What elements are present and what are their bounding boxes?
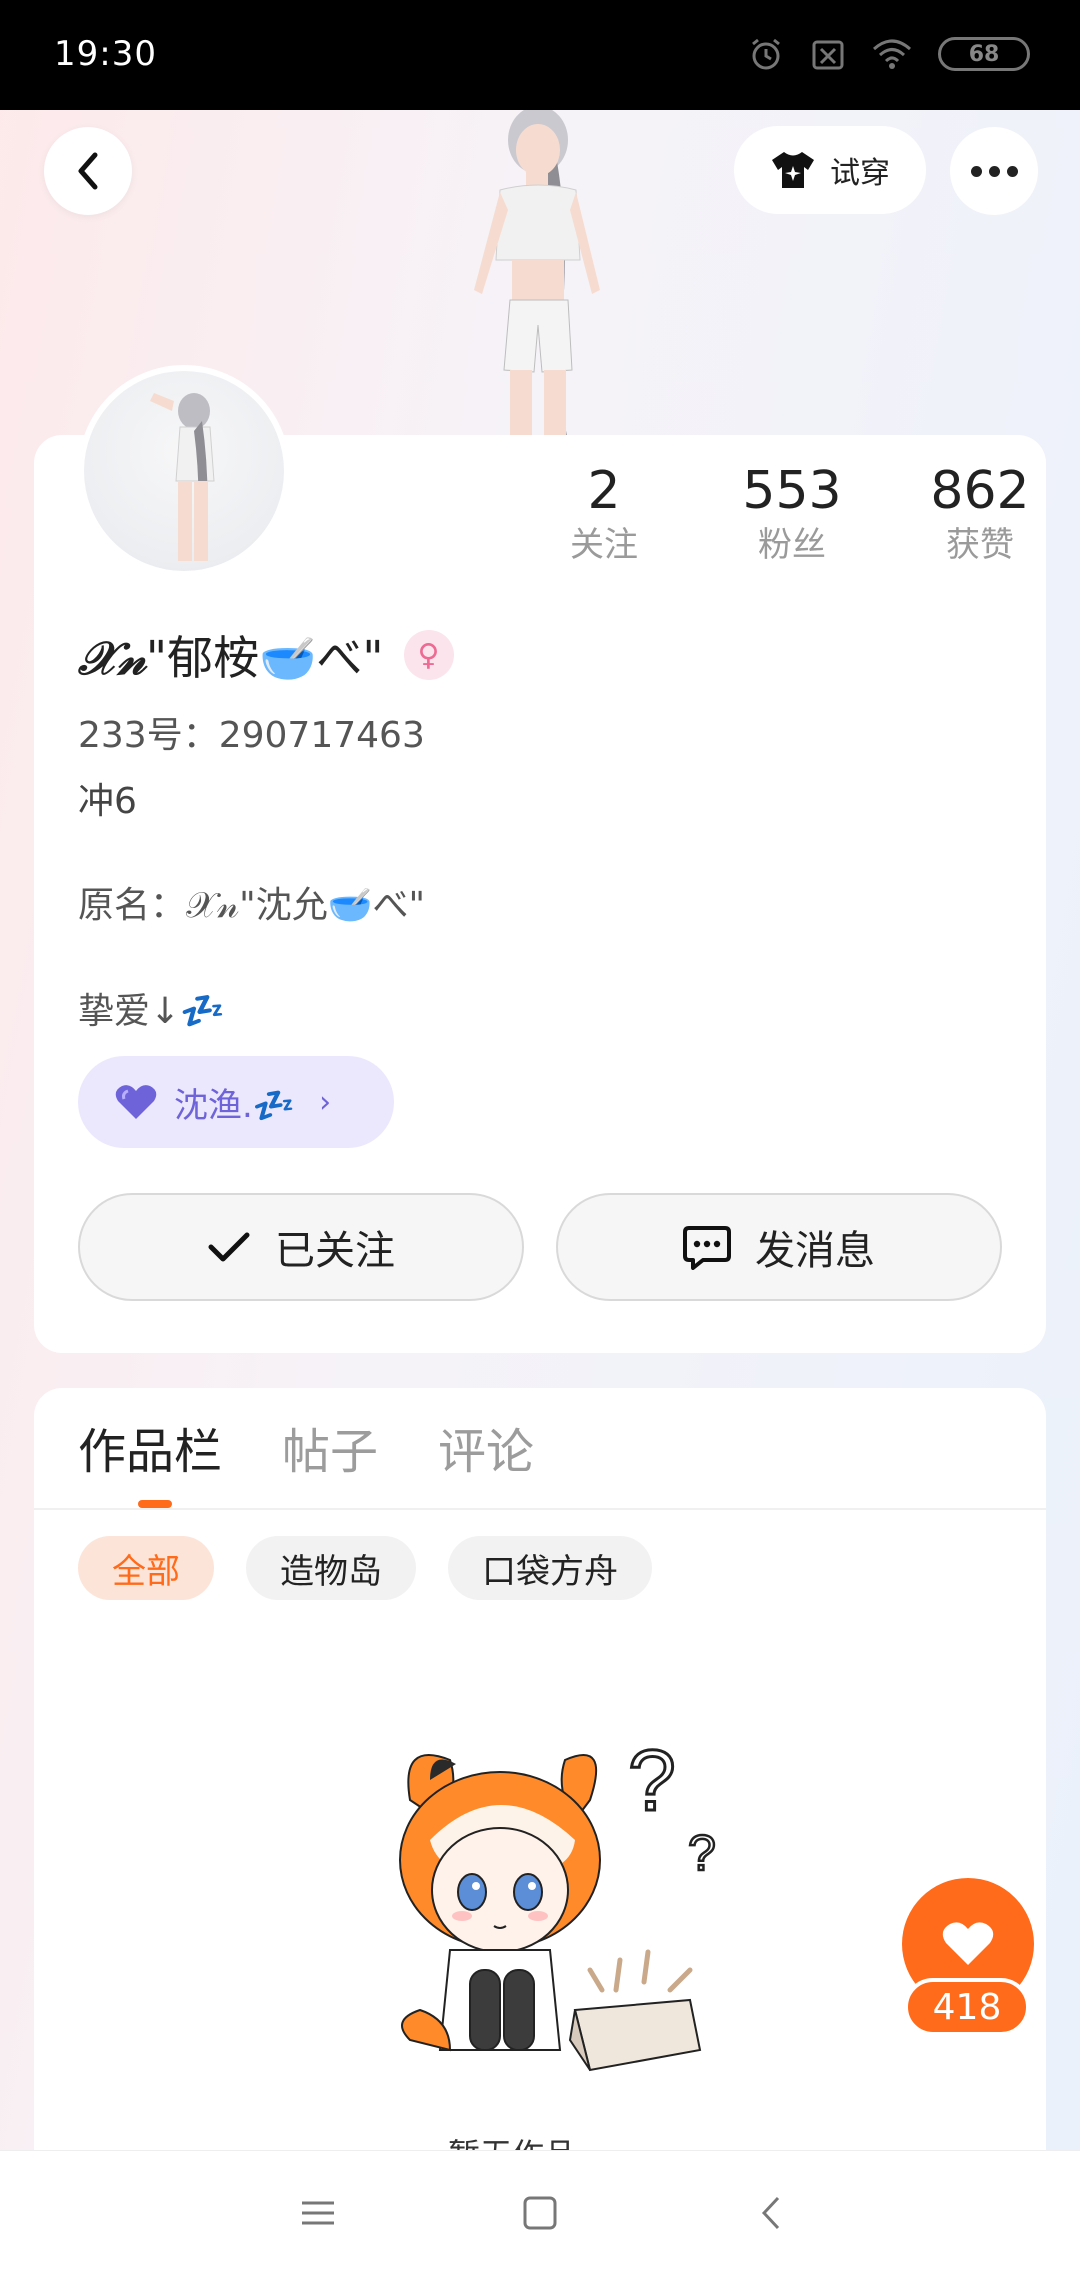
- status-bar: 19:30 68: [0, 0, 1080, 110]
- try-on-button[interactable]: 试穿: [734, 126, 926, 214]
- heart-icon: [942, 1922, 994, 1965]
- status-icons: 68: [748, 36, 1030, 72]
- try-on-label: 试穿: [830, 156, 890, 191]
- follow-button[interactable]: 已关注: [78, 1193, 524, 1301]
- svg-text:?: ?: [628, 1733, 676, 1829]
- more-dots-icon: [970, 165, 982, 177]
- status-time: 19:30: [54, 34, 157, 74]
- works-tabs: 作品栏 帖子 评论: [78, 1412, 534, 1482]
- filter-all[interactable]: 全部: [78, 1536, 214, 1600]
- check-icon: [208, 1232, 250, 1262]
- nickname-main: "郁桉🥣べ": [145, 631, 384, 685]
- system-nav-bar: [0, 2150, 1080, 2280]
- filter-chips: 全部 造物岛 口袋方舟: [78, 1536, 652, 1600]
- follow-label: 已关注: [275, 1228, 395, 1274]
- tab-comments[interactable]: 评论: [438, 1412, 534, 1482]
- profile-screen: 19:30 68 试穿 2 关注 553 粉丝 862 获赞 𝒳𝓃"郁桉🥣べ" …: [0, 0, 1080, 2280]
- tab-posts[interactable]: 帖子: [282, 1412, 378, 1482]
- like-count: 418: [904, 1978, 1030, 2036]
- chat-bubble-icon: [683, 1226, 731, 1270]
- empty-state-illustration: ? ?: [399, 1732, 717, 2072]
- tab-indicator: [138, 1500, 172, 1508]
- svg-text:?: ?: [688, 1825, 716, 1881]
- stat-likes[interactable]: 862 获赞: [886, 460, 1074, 568]
- profile-stats: 2 关注 553 粉丝 862 获赞: [510, 460, 1074, 568]
- chevron-right-icon: ›: [319, 1084, 332, 1120]
- wifi-icon: [873, 39, 911, 69]
- original-name: 原名：𝒳𝓃"沈允🥣べ": [78, 885, 426, 926]
- relation-name: 沈渔.💤: [174, 1085, 296, 1126]
- battery-icon: 68: [938, 37, 1030, 71]
- avatar-figure: [150, 393, 215, 561]
- relation-chip[interactable]: 沈渔.💤 ›: [78, 1056, 394, 1148]
- stat-label: 粉丝: [758, 525, 826, 565]
- nickname: 𝒳𝓃"郁桉🥣べ" ♀: [78, 622, 454, 688]
- chevron-left-icon: [78, 152, 98, 190]
- tab-works[interactable]: 作品栏: [78, 1412, 222, 1482]
- heart-icon: [115, 1085, 157, 1119]
- alarm-icon: [752, 38, 780, 70]
- divider: [34, 1508, 1046, 1510]
- back-button[interactable]: [44, 127, 132, 215]
- message-button[interactable]: 发消息: [556, 1193, 1002, 1301]
- message-label: 发消息: [755, 1228, 875, 1274]
- tshirt-icon: [772, 152, 814, 188]
- nickname-prefix: 𝒳𝓃: [78, 631, 146, 685]
- menu-icon[interactable]: [298, 2193, 338, 2233]
- female-icon: ♀: [403, 630, 454, 680]
- stat-followers[interactable]: 553 粉丝: [698, 460, 886, 568]
- stat-value: 862: [930, 461, 1030, 521]
- love-label: 挚爱↓💤: [78, 991, 225, 1032]
- hero-character-image: [474, 110, 600, 440]
- avatar[interactable]: [78, 365, 290, 577]
- more-button[interactable]: [950, 127, 1038, 215]
- stat-following[interactable]: 2 关注: [510, 460, 698, 568]
- user-id[interactable]: 233号：290717463: [78, 706, 425, 758]
- stat-value: 553: [742, 461, 842, 521]
- signature: 冲6: [78, 781, 137, 822]
- stat-label: 关注: [570, 525, 638, 565]
- home-icon[interactable]: [520, 2193, 560, 2233]
- sim-off-icon: [812, 40, 844, 70]
- stat-label: 获赞: [946, 525, 1014, 565]
- filter-pocket-ark[interactable]: 口袋方舟: [448, 1536, 652, 1600]
- stat-value: 2: [587, 461, 621, 521]
- filter-creation-island[interactable]: 造物岛: [246, 1536, 416, 1600]
- back-nav-icon[interactable]: [752, 2193, 792, 2233]
